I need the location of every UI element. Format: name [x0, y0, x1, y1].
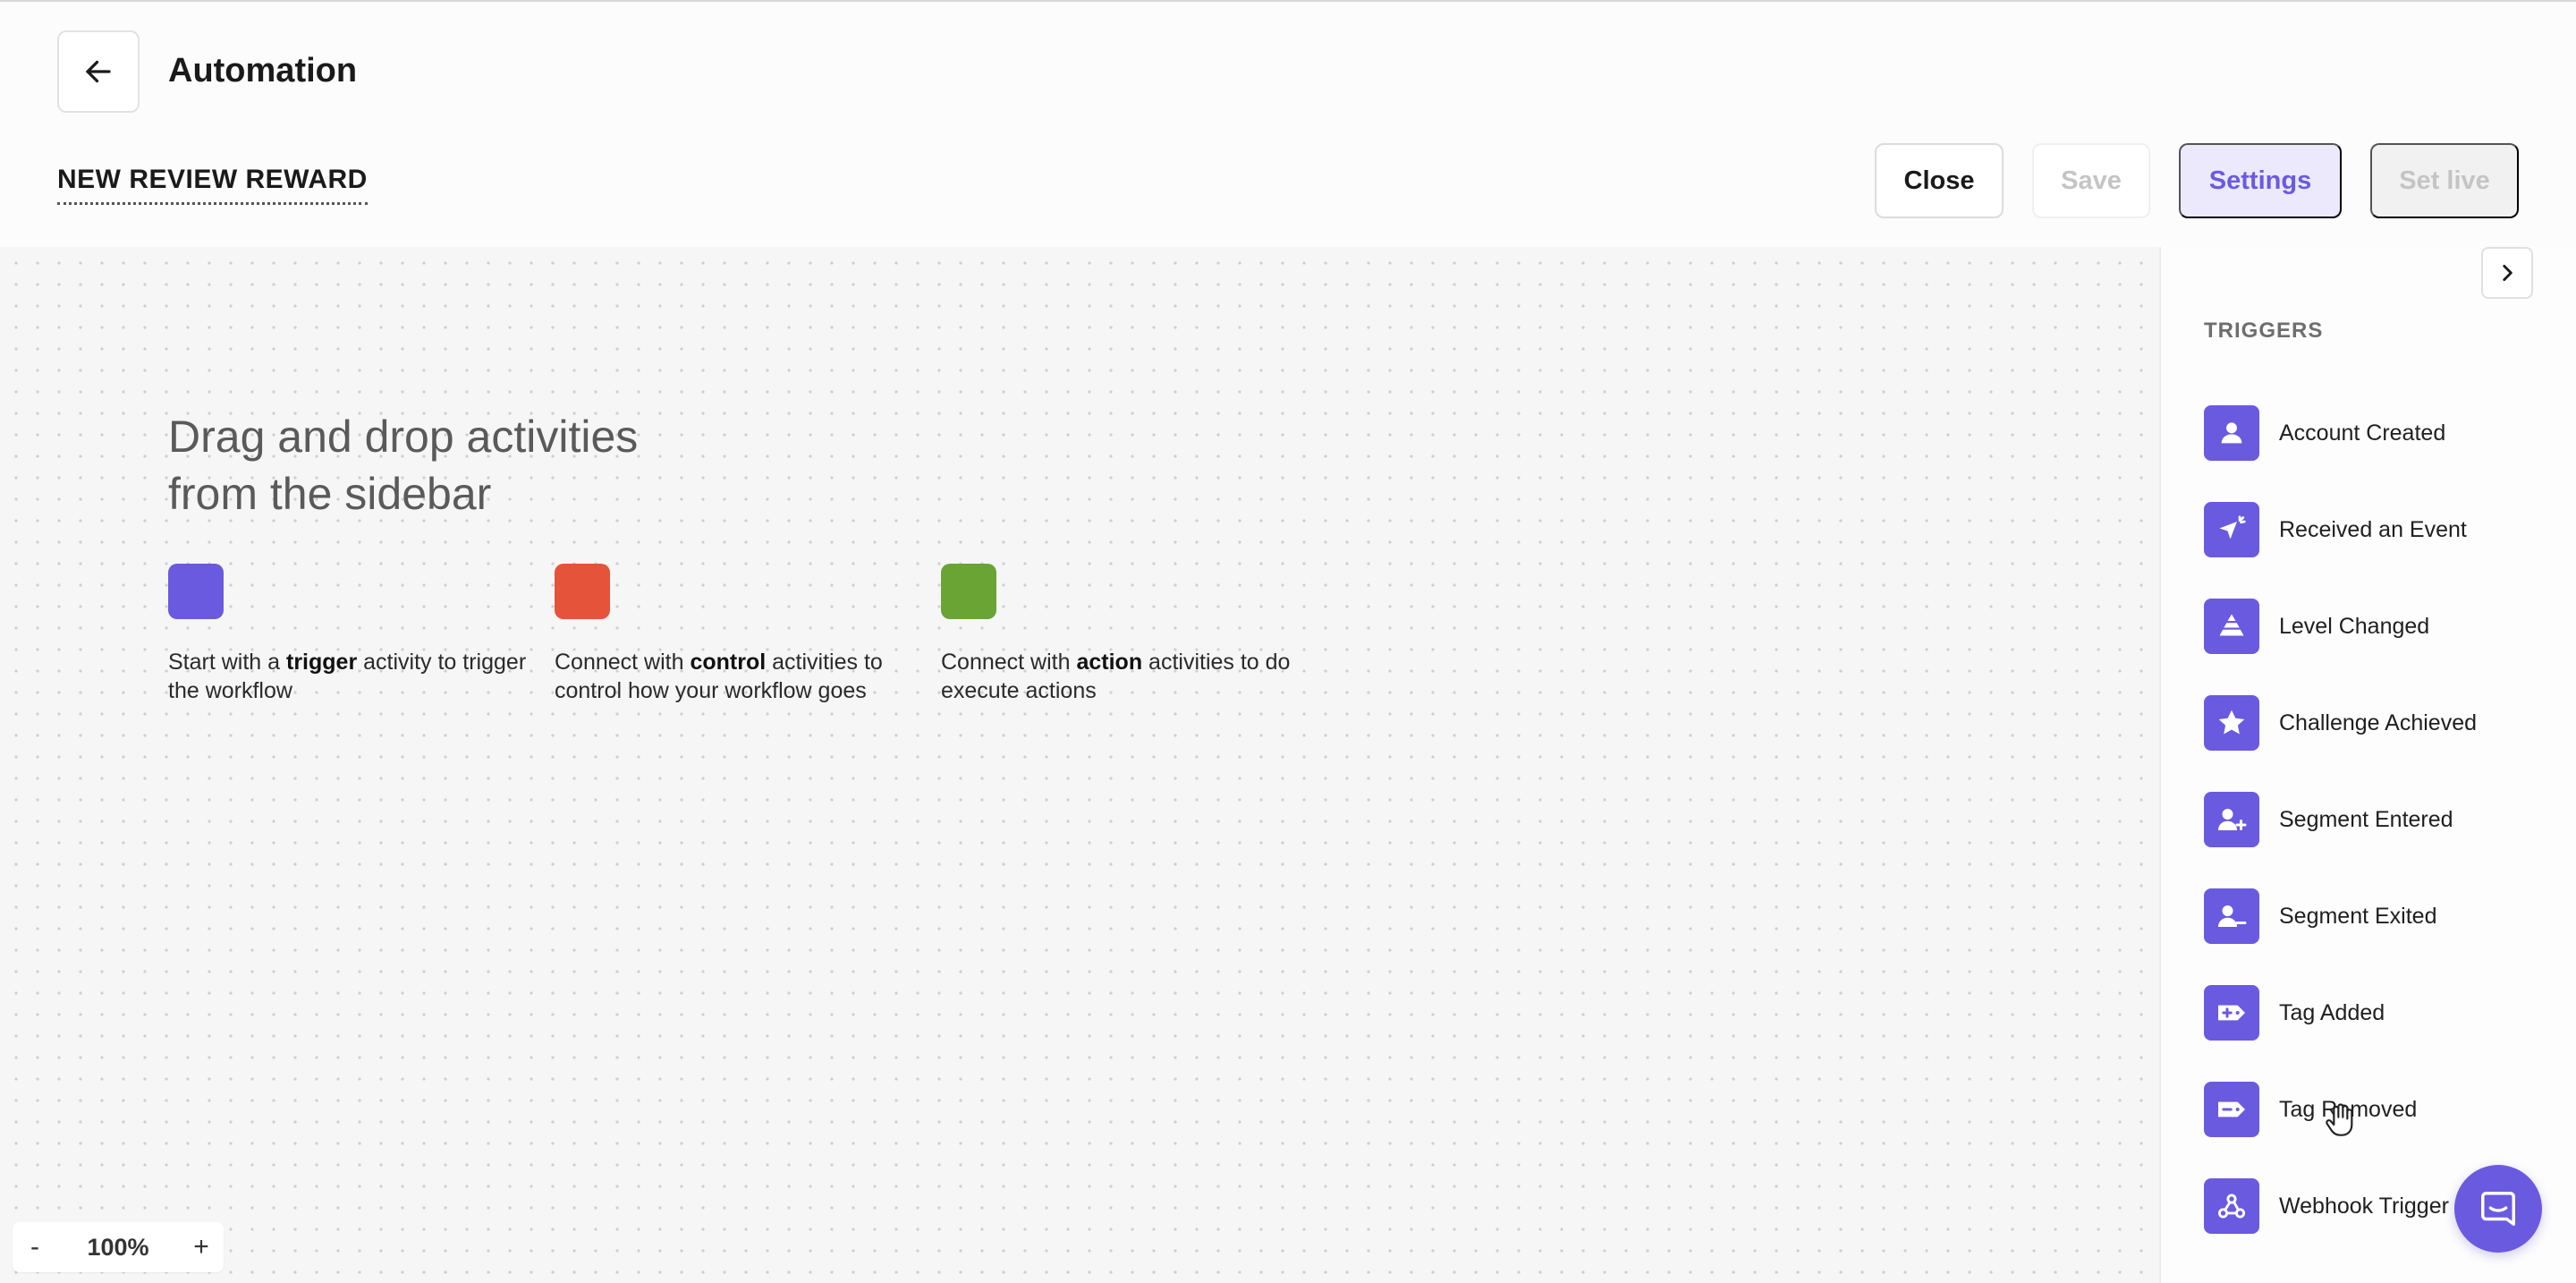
hint-action-text: Connect with action activities to do exe…: [941, 650, 1291, 703]
zoom-out-button[interactable]: -: [13, 1232, 57, 1262]
trigger-level-changed[interactable]: Level Changed: [2204, 578, 2544, 675]
level-pyramid-icon: [2204, 599, 2259, 654]
workflow-name[interactable]: NEW REVIEW REWARD: [57, 165, 368, 205]
control-color-swatch: [555, 564, 610, 619]
set-live-button[interactable]: Set live: [2370, 143, 2519, 218]
header: Automation NEW REVIEW REWARD Close Save …: [0, 2, 2576, 247]
workflow-canvas[interactable]: Drag and drop activities from the sideba…: [0, 247, 2159, 1283]
trigger-received-event[interactable]: Received an Event: [2204, 481, 2544, 578]
activities-sidebar: TRIGGERS Account Created Received an Eve…: [2159, 247, 2576, 1283]
chat-support-button[interactable]: [2454, 1165, 2542, 1253]
trigger-label: Segment Entered: [2279, 806, 2453, 832]
page-title: Automation: [168, 52, 358, 89]
close-button[interactable]: Close: [1875, 143, 2004, 218]
hint-trigger: Start with a trigger activity to trigger…: [168, 564, 544, 705]
intro-title-line: from the sidebar: [168, 469, 492, 519]
action-color-swatch: [941, 564, 996, 619]
star-icon: [2204, 695, 2259, 751]
trigger-challenge-achieved[interactable]: Challenge Achieved: [2204, 675, 2544, 771]
trigger-account-created[interactable]: Account Created: [2204, 385, 2544, 481]
user-plus-icon: [2204, 792, 2259, 847]
trigger-label: Challenge Achieved: [2279, 709, 2477, 735]
trigger-segment-entered[interactable]: Segment Entered: [2204, 771, 2544, 868]
zoom-level: 100%: [87, 1233, 149, 1261]
settings-button[interactable]: Settings: [2179, 143, 2342, 218]
trigger-label: Account Created: [2279, 420, 2446, 446]
trigger-label: Webhook Trigger: [2279, 1193, 2449, 1219]
hint-trigger-text: Start with a trigger activity to trigger…: [168, 650, 527, 703]
trigger-tag-removed[interactable]: Tag Removed: [2204, 1061, 2544, 1158]
webhook-icon: [2204, 1178, 2259, 1234]
zoom-control: - 100% +: [13, 1222, 224, 1272]
chevron-right-icon: [2503, 265, 2512, 281]
intro-title: Drag and drop activities from the sideba…: [168, 408, 638, 523]
zoom-in-button[interactable]: +: [179, 1232, 224, 1262]
user-minus-icon: [2204, 888, 2259, 944]
tag-plus-icon: [2204, 985, 2259, 1041]
intro-title-line: Drag and drop activities: [168, 412, 639, 462]
save-button[interactable]: Save: [2032, 143, 2150, 218]
user-icon: [2204, 405, 2259, 461]
collapse-sidebar-button[interactable]: [2481, 247, 2533, 299]
chat-icon: [2481, 1192, 2515, 1226]
hint-control: Connect with control activities to contr…: [555, 564, 930, 705]
trigger-label: Level Changed: [2279, 613, 2430, 639]
trigger-color-swatch: [168, 564, 224, 619]
tag-minus-icon: [2204, 1082, 2259, 1137]
trigger-segment-exited[interactable]: Segment Exited: [2204, 868, 2544, 964]
hand-cursor-icon: [2326, 1103, 2353, 1136]
hint-control-text: Connect with control activities to contr…: [555, 650, 883, 703]
hint-action: Connect with action activities to do exe…: [941, 564, 1317, 705]
triggers-section-title: TRIGGERS: [2204, 319, 2324, 343]
trigger-label: Segment Exited: [2279, 903, 2437, 929]
trigger-label: Tag Added: [2279, 999, 2385, 1025]
event-pointer-icon: [2204, 502, 2259, 557]
arrow-left-icon: [86, 60, 111, 83]
trigger-label: Received an Event: [2279, 516, 2467, 542]
back-button[interactable]: [57, 30, 140, 113]
trigger-list: Account Created Received an Event Level …: [2204, 385, 2544, 1254]
trigger-tag-added[interactable]: Tag Added: [2204, 964, 2544, 1061]
